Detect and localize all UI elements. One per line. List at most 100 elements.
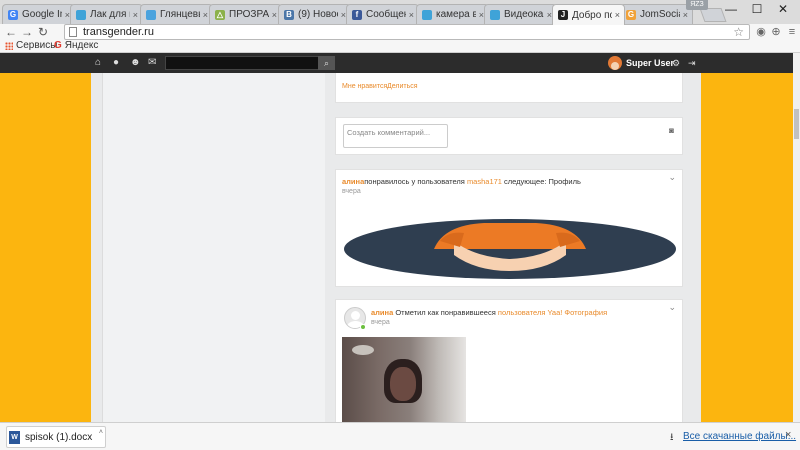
activity-time: вчера bbox=[371, 319, 390, 326]
tab-4[interactable]: В(9) Новост× bbox=[278, 4, 351, 24]
left-background-panel bbox=[0, 53, 91, 422]
actor-link[interactable]: алина bbox=[371, 308, 393, 317]
yandex-icon: G bbox=[54, 40, 62, 51]
download-item[interactable]: W spisok (1).docx ˄ bbox=[6, 426, 106, 448]
joomla-icon: J bbox=[558, 10, 568, 20]
activity-card: ⌄ алинапонравилось у пользователя masha1… bbox=[335, 169, 683, 287]
tab-7[interactable]: Видеокам× bbox=[484, 4, 557, 24]
tab-close-icon[interactable]: × bbox=[683, 10, 688, 20]
tab-2[interactable]: Глянцевые× bbox=[140, 4, 213, 24]
download-menu-arrow[interactable]: ˄ bbox=[99, 429, 103, 436]
address-bar[interactable]: transgender.ru ☆ bbox=[64, 24, 750, 40]
actor-link[interactable]: алина bbox=[342, 177, 364, 186]
photo-thumbnail[interactable] bbox=[342, 337, 466, 422]
browser-toolbar: ← → ↻ transgender.ru ☆ ◉ ⊕ ≡ bbox=[0, 24, 800, 40]
home-icon[interactable]: ⌂ bbox=[95, 56, 101, 70]
download-icon: ⭳ bbox=[670, 432, 674, 443]
tab-0[interactable]: GGoogle Ima× bbox=[2, 4, 75, 24]
comment-card: Создать комментарий... ◙ bbox=[335, 117, 683, 155]
activity-text: алинапонравилось у пользователя masha171… bbox=[342, 177, 581, 186]
all-downloads-link[interactable]: Все скачанные файлы... bbox=[683, 431, 796, 442]
extension-globe-icon[interactable]: ◉ bbox=[754, 25, 768, 39]
bookmark-star-icon[interactable]: ☆ bbox=[733, 25, 744, 39]
camera-icon[interactable]: ◙ bbox=[669, 126, 674, 135]
tab-close-icon[interactable]: × bbox=[272, 10, 277, 20]
tab-title: JomSocial bbox=[640, 9, 680, 20]
jomsocial-icon: G bbox=[626, 9, 636, 20]
user-avatar[interactable] bbox=[608, 56, 622, 70]
online-status-dot bbox=[360, 324, 366, 330]
forward-arrow-icon[interactable]: → bbox=[20, 25, 34, 39]
sidebar-column bbox=[102, 73, 325, 422]
drive-icon: △ bbox=[215, 9, 225, 20]
word-document-icon: W bbox=[9, 431, 20, 444]
close-window-button[interactable]: ✕ bbox=[766, 0, 800, 20]
menu-icon[interactable]: ≡ bbox=[785, 25, 799, 39]
apps-icon bbox=[5, 42, 13, 50]
web-page: ⌂ ● ☻ ✉ ⌕ Super User ⚙ ⇥ Мне нравится Де… bbox=[0, 53, 793, 422]
activity-time: вчера bbox=[342, 188, 361, 195]
download-shelf: W spisok (1).docx ˄ ⭳ Все скачанные файл… bbox=[0, 422, 800, 450]
download-filename: spisok (1).docx bbox=[25, 432, 93, 443]
tab-close-icon[interactable]: × bbox=[409, 10, 414, 20]
mail-icon[interactable]: ✉ bbox=[148, 56, 156, 70]
tab-6[interactable]: камера ви× bbox=[416, 4, 489, 24]
page-scrollbar[interactable] bbox=[793, 53, 800, 422]
site-icon bbox=[76, 9, 86, 20]
close-shelf-icon[interactable]: × bbox=[785, 429, 791, 441]
target-photo-link[interactable]: пользователя Yaa! Фотография bbox=[498, 308, 607, 317]
google-icon: G bbox=[8, 9, 18, 20]
users-icon[interactable]: ☻ bbox=[130, 56, 141, 70]
target-user-link[interactable]: masha171 bbox=[467, 177, 502, 186]
tab-title: камера ви bbox=[436, 9, 476, 20]
site-icon bbox=[490, 9, 500, 20]
bookmarks-bar: Сервисы G Яндекс bbox=[0, 40, 800, 53]
like-link[interactable]: Мне нравится bbox=[342, 83, 387, 90]
user-name[interactable]: Super User bbox=[626, 58, 674, 68]
tab-strip: GGoogle Ima×Лак для пл×Глянцевые×△ПРОЗРА… bbox=[0, 0, 800, 25]
activity-text: алина Отметил как понравившееся пользова… bbox=[371, 308, 608, 317]
site-toolbar: ⌂ ● ☻ ✉ ⌕ Super User ⚙ ⇥ bbox=[0, 53, 793, 73]
tab-close-icon[interactable]: × bbox=[615, 10, 620, 20]
tab-title: Добро пож bbox=[572, 9, 612, 21]
chevron-down-icon[interactable]: ⌄ bbox=[668, 302, 676, 313]
post-card-top: Мне нравится Делиться bbox=[335, 73, 683, 103]
tab-title: Глянцевые bbox=[160, 9, 200, 20]
url-text: transgender.ru bbox=[83, 26, 154, 38]
tab-title: Google Ima bbox=[22, 9, 62, 20]
globe-icon[interactable]: ● bbox=[113, 56, 119, 70]
tab-title: Лак для пл bbox=[90, 9, 130, 20]
tab-close-icon[interactable]: × bbox=[203, 10, 208, 20]
extension-icon[interactable]: ⊕ bbox=[769, 25, 783, 39]
search-icon[interactable]: ⌕ bbox=[318, 56, 335, 70]
tab-9[interactable]: G JomSocial× bbox=[620, 4, 693, 24]
vk-icon: В bbox=[284, 9, 294, 20]
site-search-input[interactable] bbox=[165, 56, 335, 70]
logout-icon[interactable]: ⇥ bbox=[688, 56, 696, 70]
gear-icon[interactable]: ⚙ bbox=[672, 56, 680, 70]
tab-1[interactable]: Лак для пл× bbox=[70, 4, 143, 24]
page-icon bbox=[69, 27, 77, 37]
bookmark-services[interactable]: Сервисы bbox=[5, 40, 57, 52]
tab-title: (9) Новост bbox=[298, 9, 338, 20]
facebook-icon: f bbox=[352, 9, 362, 20]
tab-title: ПРОЗРАЧН bbox=[229, 9, 269, 20]
tab-title: Сообщени bbox=[366, 9, 406, 20]
photo-activity-card: ⌄ алина Отметил как понравившееся пользо… bbox=[335, 299, 683, 422]
tab-8[interactable]: J Добро пож× bbox=[552, 4, 625, 25]
share-link[interactable]: Делиться bbox=[387, 83, 418, 90]
back-arrow-icon[interactable]: ← bbox=[4, 25, 18, 39]
site-icon bbox=[146, 9, 156, 20]
right-background-panel bbox=[701, 53, 793, 422]
profile-cover-image[interactable] bbox=[344, 219, 676, 279]
bookmark-yandex[interactable]: G Яндекс bbox=[54, 40, 98, 52]
tab-close-icon[interactable]: × bbox=[133, 10, 138, 20]
reload-icon[interactable]: ↻ bbox=[36, 25, 50, 39]
comment-input[interactable]: Создать комментарий... bbox=[343, 124, 448, 148]
scrollbar-thumb[interactable] bbox=[794, 109, 799, 139]
tab-5[interactable]: f Сообщени× bbox=[346, 4, 419, 24]
tab-title: Видеокам bbox=[504, 9, 544, 20]
chevron-down-icon[interactable]: ⌄ bbox=[668, 172, 676, 183]
window-badge: ЯZЗ bbox=[686, 0, 708, 10]
tab-3[interactable]: △ ПРОЗРАЧН× bbox=[209, 4, 282, 24]
